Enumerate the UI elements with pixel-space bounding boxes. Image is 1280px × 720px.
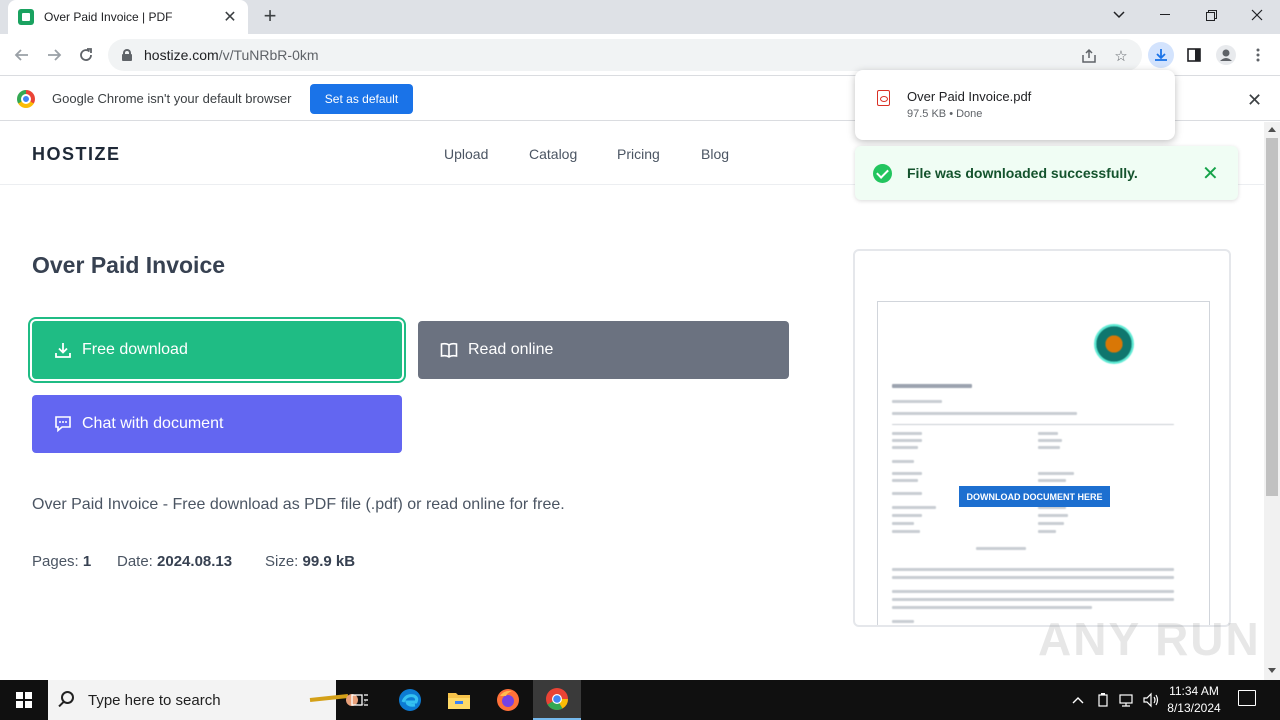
meta-date: Date: 2024.08.13 (117, 553, 233, 570)
clock-date: 8/13/2024 (1167, 701, 1221, 715)
meta-size: Size: 99.9 kB (265, 553, 356, 570)
tab-title: Over Paid Invoice | PDF (44, 10, 173, 24)
download-file-name[interactable]: Over Paid Invoice.pdf (907, 89, 1031, 104)
taskbar-search[interactable]: Type here to search (48, 680, 367, 720)
check-circle-icon (873, 164, 892, 183)
close-window-button[interactable] (1234, 0, 1280, 30)
back-icon[interactable] (10, 43, 34, 67)
site-favicon-icon (18, 9, 34, 25)
address-bar[interactable]: hostize.com/v/TuNRbR-0km ☆ (108, 39, 1142, 71)
task-view-icon[interactable] (336, 680, 384, 720)
read-online-label: Read online (468, 341, 554, 358)
document-description: Over Paid Invoice - Free download as PDF… (32, 496, 565, 513)
volume-icon[interactable] (1142, 692, 1160, 711)
tray-chevron-icon[interactable] (1072, 692, 1084, 707)
forward-icon[interactable] (42, 43, 66, 67)
page-scrollbar[interactable] (1264, 122, 1280, 680)
file-explorer-icon[interactable] (435, 680, 483, 720)
close-tab-icon[interactable]: ✕ (222, 7, 238, 27)
close-toast-icon[interactable]: ✕ (1202, 161, 1219, 186)
browser-tab[interactable]: Over Paid Invoice | PDF ✕ (8, 0, 248, 34)
nav-catalog[interactable]: Catalog (529, 146, 577, 162)
document-preview-card[interactable]: DOWNLOAD DOCUMENT HERE (853, 249, 1231, 627)
chat-label: Chat with document (82, 415, 224, 432)
chat-with-document-button[interactable]: Chat with document (32, 395, 402, 453)
success-toast: File was downloaded successfully. ✕ (855, 146, 1238, 200)
lock-icon[interactable] (122, 49, 132, 61)
pdf-file-icon (877, 90, 890, 106)
reload-icon[interactable] (74, 43, 98, 67)
system-clock[interactable]: 11:34 AM 8/13/2024 (1162, 683, 1226, 717)
profile-avatar-icon[interactable] (1214, 43, 1238, 67)
scroll-down-icon[interactable] (1268, 668, 1276, 673)
new-tab-button[interactable]: + (258, 5, 282, 29)
download-bubble: Over Paid Invoice.pdf 97.5 KB • Done (855, 70, 1175, 140)
windows-logo-icon (16, 692, 32, 708)
download-status: 97.5 KB • Done (907, 108, 983, 120)
scroll-thumb[interactable] (1266, 138, 1278, 496)
notification-center-icon[interactable] (1238, 690, 1256, 706)
nav-pricing[interactable]: Pricing (617, 146, 660, 162)
chrome-taskbar-icon[interactable] (533, 680, 581, 720)
minimize-button[interactable] (1142, 0, 1188, 30)
meta-pages: Pages: 1 (32, 553, 92, 570)
url-text: hostize.com/v/TuNRbR-0km (144, 47, 319, 63)
search-icon (61, 691, 74, 704)
clock-time: 11:34 AM (1169, 684, 1219, 698)
watermark: ANY RUN (1038, 613, 1261, 665)
book-open-icon (440, 341, 458, 359)
site-logo[interactable]: HOSTIZE (32, 144, 121, 165)
battery-icon[interactable] (1096, 692, 1110, 711)
network-icon[interactable] (1118, 692, 1134, 711)
firefox-icon[interactable] (484, 680, 532, 720)
share-icon[interactable] (1080, 47, 1098, 65)
seal-icon (1094, 324, 1134, 364)
read-online-button[interactable]: Read online (418, 321, 789, 379)
chat-bubble-icon (54, 415, 72, 433)
scroll-up-icon[interactable] (1268, 127, 1276, 132)
set-default-button[interactable]: Set as default (310, 84, 413, 114)
bookmark-star-icon[interactable]: ☆ (1112, 47, 1130, 65)
tab-search-icon[interactable] (1096, 0, 1142, 30)
document-thumbnail: DOWNLOAD DOCUMENT HERE (877, 301, 1210, 625)
nav-blog[interactable]: Blog (701, 146, 729, 162)
download-icon (54, 341, 72, 359)
tab-strip: Over Paid Invoice | PDF ✕ + (0, 0, 1280, 34)
free-download-button[interactable]: Free download (32, 321, 402, 379)
search-placeholder: Type here to search (88, 691, 221, 709)
windows-taskbar: Type here to search 11:34 AM 8/13/2024 (0, 680, 1280, 720)
nav-upload[interactable]: Upload (444, 146, 488, 162)
restore-button[interactable] (1188, 0, 1234, 30)
infobar-message: Google Chrome isn't your default browser (52, 91, 292, 106)
menu-kebab-icon[interactable] (1246, 43, 1270, 67)
close-infobar-icon[interactable]: ✕ (1247, 90, 1262, 111)
free-download-label: Free download (82, 341, 188, 358)
downloads-icon[interactable] (1148, 42, 1174, 68)
start-button[interactable] (0, 680, 48, 720)
page-title: Over Paid Invoice (32, 252, 226, 278)
edge-icon[interactable] (386, 680, 434, 720)
toast-message: File was downloaded successfully. (907, 165, 1138, 181)
download-document-here-link[interactable]: DOWNLOAD DOCUMENT HERE (959, 486, 1110, 507)
side-panel-icon[interactable] (1182, 43, 1206, 67)
chrome-logo-icon (17, 90, 35, 108)
